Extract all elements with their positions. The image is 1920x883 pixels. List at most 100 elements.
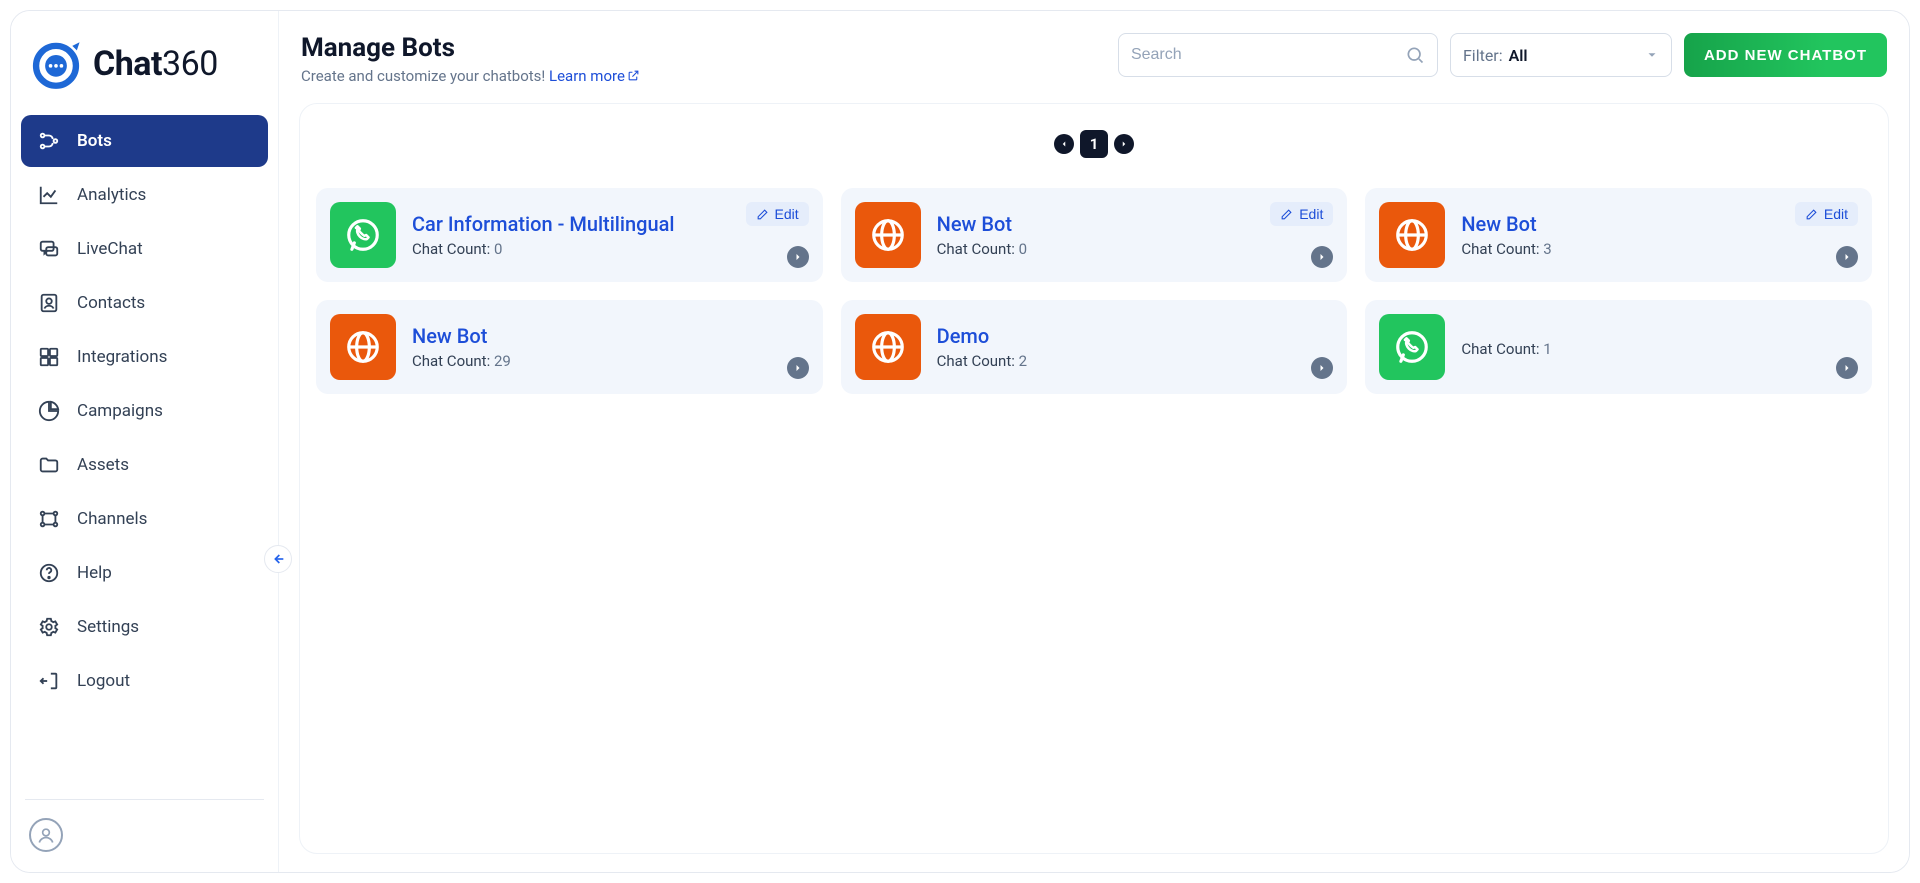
- pager-next-button[interactable]: [1114, 134, 1134, 154]
- sidebar-collapse-button[interactable]: [264, 545, 292, 573]
- livechat-icon: [37, 237, 61, 261]
- brand-logo-mark: [27, 35, 85, 93]
- bot-actions: Edit: [1795, 202, 1858, 268]
- bot-card: Demo Chat Count: 2: [841, 300, 1348, 394]
- pagination: 1: [310, 130, 1878, 158]
- sidebar-item-integrations[interactable]: Integrations: [21, 331, 268, 383]
- sidebar-item-bots[interactable]: Bots: [21, 115, 268, 167]
- bot-card: New Bot Chat Count: 0 Edit: [841, 188, 1348, 282]
- external-link-icon: [627, 69, 640, 82]
- filter-label: Filter:: [1463, 46, 1503, 65]
- sidebar-item-assets[interactable]: Assets: [21, 439, 268, 491]
- campaigns-icon: [37, 399, 61, 423]
- bot-actions: Edit: [1270, 202, 1333, 268]
- sidebar-item-analytics[interactable]: Analytics: [21, 169, 268, 221]
- bot-title-link[interactable]: New Bot: [412, 324, 771, 348]
- brand-logo-text: Chat360: [93, 44, 218, 84]
- sidebar-item-label: Help: [77, 563, 112, 583]
- page-title: Manage Bots: [301, 33, 1098, 63]
- assets-icon: [37, 453, 61, 477]
- bot-body: New Bot Chat Count: 0: [937, 212, 1255, 258]
- sidebar-item-livechat[interactable]: LiveChat: [21, 223, 268, 275]
- bot-body: Chat Count: 1: [1461, 336, 1820, 358]
- bot-body: New Bot Chat Count: 29: [412, 324, 771, 370]
- search-input[interactable]: [1131, 46, 1405, 64]
- page-subtitle-text: Create and customize your chatbots!: [301, 67, 549, 85]
- sidebar-divider: [25, 799, 264, 800]
- brand-logo: Chat360: [21, 29, 268, 115]
- bot-body: Demo Chat Count: 2: [937, 324, 1296, 370]
- pager-current[interactable]: 1: [1080, 130, 1108, 158]
- sidebar-item-label: LiveChat: [77, 239, 143, 259]
- globe-icon: [855, 202, 921, 268]
- main-content: Manage Bots Create and customize your ch…: [279, 11, 1909, 872]
- bot-actions: [1836, 315, 1858, 379]
- bot-chat-count: Chat Count: 3: [1461, 240, 1779, 258]
- open-bot-button[interactable]: [1836, 357, 1858, 379]
- sidebar-item-label: Logout: [77, 671, 130, 691]
- sidebar-item-label: Contacts: [77, 293, 145, 313]
- sidebar-item-label: Campaigns: [77, 401, 163, 421]
- sidebar-item-label: Channels: [77, 509, 147, 529]
- bot-title-link[interactable]: Demo: [937, 324, 1296, 348]
- bot-actions: [1311, 315, 1333, 379]
- sidebar-item-label: Assets: [77, 455, 129, 475]
- bot-title-link[interactable]: New Bot: [937, 212, 1255, 236]
- bot-chat-count: Chat Count: 0: [412, 240, 730, 258]
- search-input-wrap[interactable]: [1118, 33, 1438, 77]
- globe-icon: [330, 314, 396, 380]
- sidebar-nav: Bots Analytics LiveChat: [21, 115, 268, 707]
- page-subtitle: Create and customize your chatbots! Lear…: [301, 67, 1098, 85]
- bot-actions: [787, 315, 809, 379]
- bots-grid: Car Information - Multilingual Chat Count…: [310, 188, 1878, 394]
- sidebar-item-label: Bots: [77, 131, 112, 151]
- edit-bot-button[interactable]: Edit: [1270, 202, 1333, 226]
- open-bot-button[interactable]: [787, 357, 809, 379]
- sidebar-item-label: Analytics: [77, 185, 146, 205]
- open-bot-button[interactable]: [1311, 357, 1333, 379]
- bot-title-link[interactable]: New Bot: [1461, 212, 1779, 236]
- sidebar-item-channels[interactable]: Channels: [21, 493, 268, 545]
- whatsapp-icon: [330, 202, 396, 268]
- whatsapp-icon: [1379, 314, 1445, 380]
- contacts-icon: [37, 291, 61, 315]
- bots-icon: [37, 129, 61, 153]
- bot-card: New Bot Chat Count: 29: [316, 300, 823, 394]
- bot-chat-count: Chat Count: 0: [937, 240, 1255, 258]
- integrations-icon: [37, 345, 61, 369]
- sidebar-item-logout[interactable]: Logout: [21, 655, 268, 707]
- learn-more-link[interactable]: Learn more: [549, 67, 640, 85]
- edit-bot-button[interactable]: Edit: [746, 202, 809, 226]
- globe-icon: [855, 314, 921, 380]
- bot-card: New Bot Chat Count: 3 Edit: [1365, 188, 1872, 282]
- sidebar-item-settings[interactable]: Settings: [21, 601, 268, 653]
- open-bot-button[interactable]: [1836, 246, 1858, 268]
- search-icon: [1405, 45, 1425, 65]
- globe-icon: [1379, 202, 1445, 268]
- bot-card: Car Information - Multilingual Chat Count…: [316, 188, 823, 282]
- bot-chat-count: Chat Count: 1: [1461, 340, 1820, 358]
- sidebar-item-campaigns[interactable]: Campaigns: [21, 385, 268, 437]
- sidebar-item-help[interactable]: Help: [21, 547, 268, 599]
- bot-body: Car Information - Multilingual Chat Count…: [412, 212, 730, 258]
- edit-bot-button[interactable]: Edit: [1795, 202, 1858, 226]
- open-bot-button[interactable]: [1311, 246, 1333, 268]
- profile-avatar[interactable]: [29, 818, 63, 852]
- bot-body: New Bot Chat Count: 3: [1461, 212, 1779, 258]
- brand-suffix: 360: [162, 44, 218, 84]
- help-icon: [37, 561, 61, 585]
- logout-icon: [37, 669, 61, 693]
- pager-prev-button[interactable]: [1054, 134, 1074, 154]
- content-panel: 1 Car Information - Multilingual Chat Cou…: [299, 103, 1889, 854]
- sidebar-item-label: Integrations: [77, 347, 167, 367]
- filter-select[interactable]: Filter: All: [1450, 33, 1672, 77]
- brand-name: Chat: [93, 44, 162, 84]
- page-header: Manage Bots Create and customize your ch…: [299, 29, 1889, 103]
- sidebar-item-contacts[interactable]: Contacts: [21, 277, 268, 329]
- bot-chat-count: Chat Count: 29: [412, 352, 771, 370]
- add-new-chatbot-button[interactable]: ADD NEW CHATBOT: [1684, 33, 1887, 77]
- bot-title-link[interactable]: Car Information - Multilingual: [412, 212, 730, 236]
- bot-chat-count: Chat Count: 2: [937, 352, 1296, 370]
- open-bot-button[interactable]: [787, 246, 809, 268]
- chevron-down-icon: [1645, 48, 1659, 62]
